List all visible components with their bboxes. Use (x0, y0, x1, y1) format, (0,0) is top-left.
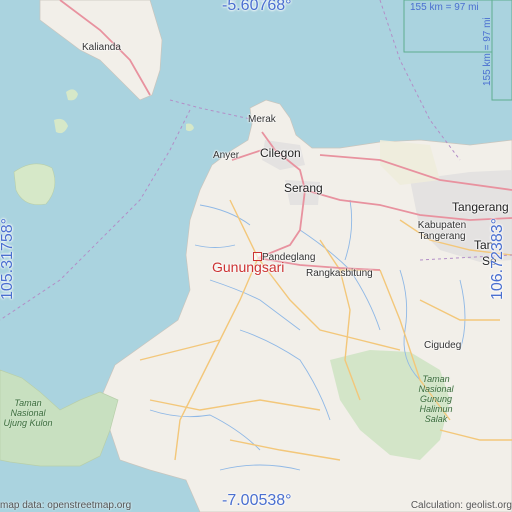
scale-label-vertical: 155 km = 97 mi (482, 17, 493, 86)
place-label-rangkasbitung: Rangkasbitung (306, 268, 373, 279)
place-label-cilegon: Cilegon (260, 146, 301, 160)
place-label-merak: Merak (248, 114, 276, 125)
attribution-map-data[interactable]: map data: openstreetmap.org (0, 500, 131, 511)
longitude-left-label: 105.31758° (0, 217, 16, 301)
place-label-kabupaten-tangerang: Kabupaten Tangerang (417, 220, 467, 242)
scale-label-horizontal: 155 km = 97 mi (410, 2, 479, 13)
place-label-serang: Serang (284, 181, 323, 195)
attribution-calculation[interactable]: Calculation: geolist.org (411, 500, 512, 511)
latitude-bottom-label: -7.00538° (222, 492, 292, 509)
park-label-halimun: Taman Nasional Gunung Halimun Salak (418, 374, 454, 424)
location-name: Gunungsari (212, 259, 285, 275)
latitude-top-label: -5.60768° (222, 0, 292, 14)
park-label-ujung-kulon: Taman Nasional Ujung Kulon (3, 398, 53, 428)
place-label-kalianda: Kalianda (82, 42, 121, 53)
longitude-right-label: 106.72383° (489, 217, 506, 301)
place-label-cigudeg: Cigudeg (424, 340, 462, 351)
map-view[interactable]: Kalianda Merak Anyer Cilegon Serang Tang… (0, 0, 512, 512)
place-label-anyer: Anyer (213, 150, 240, 161)
